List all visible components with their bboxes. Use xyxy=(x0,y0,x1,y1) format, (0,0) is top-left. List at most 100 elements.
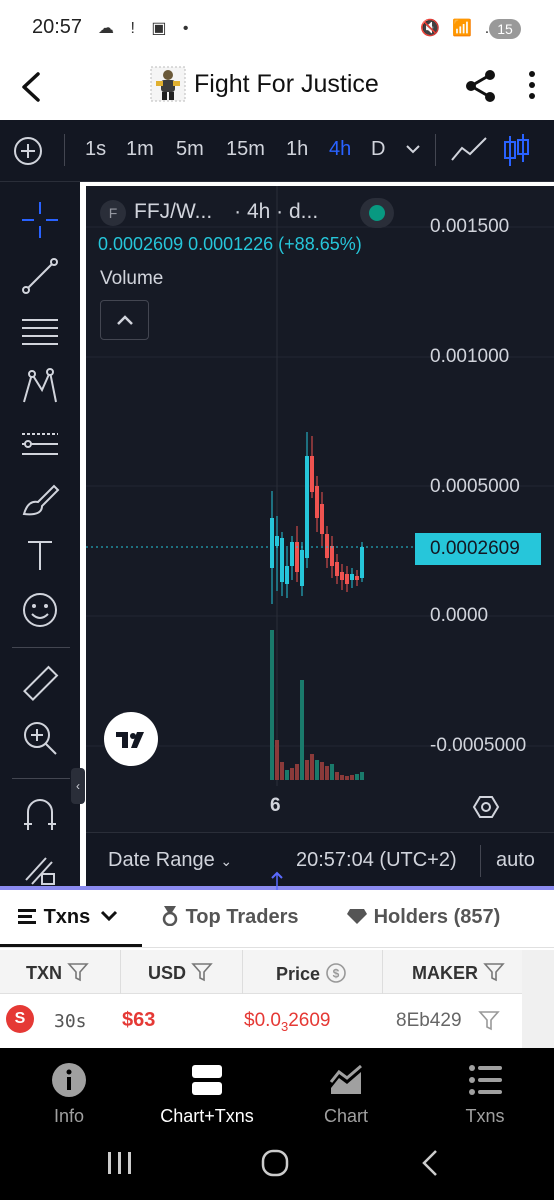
status-bar: 20:57 ☁ ! ▣ • 🔇 📶 .ıl 15 xyxy=(0,0,554,56)
interval-text: · 4h · d... xyxy=(234,200,319,223)
ohlc-values: 0.0002609 0.0001226 (+88.65%) xyxy=(98,234,362,254)
svg-text:$: $ xyxy=(333,967,340,981)
tradingview-logo-icon[interactable] xyxy=(104,712,158,766)
volume-label[interactable]: Volume xyxy=(100,268,163,290)
back-icon[interactable] xyxy=(418,1148,442,1178)
symbol-label[interactable]: FFJ/W... · 4h · d... xyxy=(134,200,318,224)
chart-bottom-bar: Date Range ⌄ 20:57:04 (UTC+2) auto xyxy=(86,832,554,888)
volume-bar xyxy=(360,772,364,780)
interval-1m[interactable]: 1m xyxy=(126,138,154,161)
tab-top-traders[interactable]: Top Traders xyxy=(160,906,299,929)
candle-body xyxy=(360,547,364,578)
column-divider xyxy=(120,950,121,994)
brush-icon[interactable] xyxy=(20,480,60,520)
ruler-icon[interactable] xyxy=(20,664,60,704)
candles-chart-type-icon[interactable] xyxy=(502,132,530,170)
chart-settings-icon[interactable] xyxy=(472,793,500,821)
dollar-circle-icon[interactable]: $ xyxy=(325,962,347,984)
candle-body xyxy=(285,566,289,584)
column-txn-label: TXN xyxy=(26,963,62,983)
volume-bar xyxy=(305,760,309,780)
filter-icon[interactable] xyxy=(478,1010,500,1032)
nav-txns[interactable]: Txns xyxy=(416,1048,554,1128)
candle-body xyxy=(310,456,314,492)
txns-table-header: TXN USD Price $ MAKER xyxy=(0,950,554,994)
txn-price: $0.032609 xyxy=(244,1010,331,1034)
volume-bar xyxy=(340,775,344,780)
line-chart-type-icon[interactable] xyxy=(450,134,488,166)
recent-apps-icon[interactable] xyxy=(106,1150,134,1176)
magnet-icon[interactable] xyxy=(20,796,60,836)
interval-d[interactable]: D xyxy=(371,138,385,161)
y-axis-label: 0.001500 xyxy=(430,216,510,237)
filter-icon[interactable] xyxy=(483,962,505,982)
add-indicator-icon[interactable] xyxy=(12,135,44,167)
token-logo-icon xyxy=(150,66,186,102)
candle-body xyxy=(325,534,329,558)
share-icon[interactable] xyxy=(464,68,498,104)
txn-maker[interactable]: 8Eb429 xyxy=(396,1010,462,1032)
interval-1s[interactable]: 1s xyxy=(85,138,106,161)
column-divider xyxy=(382,950,383,994)
interval-4h[interactable]: 4h xyxy=(329,138,351,161)
zoom-in-icon[interactable] xyxy=(20,718,60,758)
volume-bar xyxy=(325,766,329,780)
column-maker[interactable]: MAKER xyxy=(412,962,505,984)
bottom-navigation: Info Chart+Txns Chart Txns xyxy=(0,1048,554,1128)
candle-body xyxy=(335,562,339,576)
more-options-icon[interactable] xyxy=(526,70,538,102)
chevron-down-icon xyxy=(100,910,117,922)
collapse-panel-tab[interactable]: ‹ xyxy=(71,768,85,804)
volume-bar xyxy=(290,768,294,780)
filter-icon[interactable] xyxy=(191,962,213,982)
crosshair-icon[interactable] xyxy=(20,200,60,240)
volume-bar xyxy=(355,774,359,780)
volume-bar xyxy=(275,740,279,780)
interval-5m[interactable]: 5m xyxy=(176,138,204,161)
tab-txns[interactable]: Txns xyxy=(18,906,118,929)
lock-drawing-icon[interactable] xyxy=(20,850,60,886)
x-axis-label: 6 xyxy=(270,795,281,816)
area-chart-icon xyxy=(329,1064,362,1094)
price-prefix: $0.0 xyxy=(244,1010,281,1031)
column-price[interactable]: Price $ xyxy=(276,962,347,985)
volume-bar xyxy=(320,762,324,780)
candle-body xyxy=(355,576,359,580)
nav-chart-txns[interactable]: Chart+Txns xyxy=(138,1048,276,1128)
tab-holders[interactable]: Holders (857) xyxy=(346,906,500,929)
back-arrow-icon[interactable] xyxy=(18,70,46,104)
candle-body xyxy=(300,550,304,586)
nav-chart[interactable]: Chart xyxy=(277,1048,415,1128)
filter-icon[interactable] xyxy=(67,962,89,982)
table-row[interactable]: S 30s $63 $0.032609 8Eb429 xyxy=(0,994,554,1048)
chart-clock[interactable]: 20:57:04 (UTC+2) xyxy=(296,849,457,872)
date-range-button[interactable]: Date Range ⌄ xyxy=(108,849,232,872)
auto-scale-toggle[interactable]: auto xyxy=(496,849,535,872)
pattern-tool-icon[interactable] xyxy=(20,368,60,408)
collapse-legend-button[interactable] xyxy=(100,300,149,340)
list-icon xyxy=(18,909,36,924)
prediction-tool-icon[interactable] xyxy=(20,424,60,464)
interval-1h[interactable]: 1h xyxy=(286,138,308,161)
volume-bar xyxy=(350,775,354,780)
list-icon xyxy=(469,1065,502,1095)
nav-info[interactable]: Info xyxy=(0,1048,138,1128)
column-usd[interactable]: USD xyxy=(148,962,213,984)
chevron-down-icon[interactable] xyxy=(404,142,422,156)
candle-body xyxy=(315,486,319,518)
date-range-label: Date Range xyxy=(108,849,215,871)
interval-15m[interactable]: 15m xyxy=(226,138,265,161)
price-digits: 2609 xyxy=(288,1010,331,1031)
column-price-label: Price xyxy=(276,964,321,984)
text-tool-icon[interactable] xyxy=(20,536,60,576)
nav-chart-label: Chart xyxy=(323,1106,368,1126)
emoji-icon[interactable] xyxy=(20,590,60,630)
chart-toolbar: 1s 1m 5m 15m 1h 4h D xyxy=(0,120,554,182)
volume-bar xyxy=(335,772,339,780)
market-status-icon[interactable] xyxy=(360,198,394,228)
trend-line-icon[interactable] xyxy=(20,256,60,296)
fib-retracement-icon[interactable] xyxy=(20,312,60,352)
y-axis-label: 0.0005000 xyxy=(430,476,520,497)
home-icon[interactable] xyxy=(260,1148,290,1178)
column-txn[interactable]: TXN xyxy=(26,962,89,984)
